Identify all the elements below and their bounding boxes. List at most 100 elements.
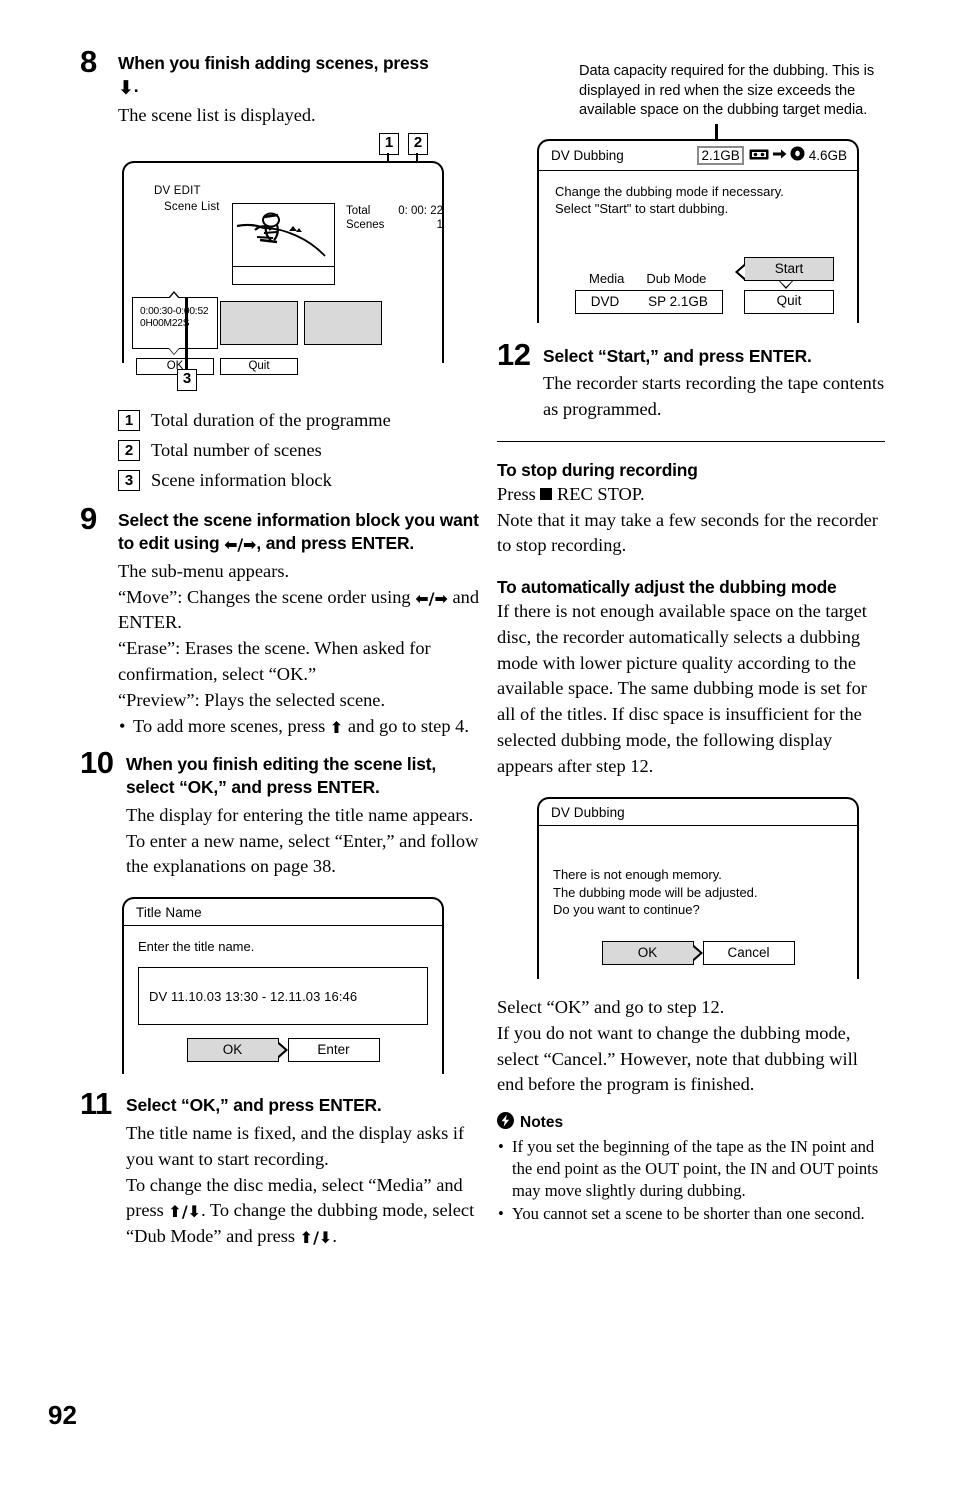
dv-dubbing-line-2: Select "Start" to start dubbing. bbox=[555, 200, 729, 216]
caret-down-inner bbox=[169, 348, 179, 355]
memory-dialog-line-1: There is not enough memory. bbox=[553, 867, 722, 883]
stop-section-heading: To stop during recording bbox=[497, 459, 698, 480]
step-10-body: When you finish editing the scene list, … bbox=[126, 753, 480, 880]
callout-item-1: 1 Total duration of the programme bbox=[118, 410, 480, 432]
step-9-bullet-b: and go to step 4. bbox=[343, 715, 469, 736]
step-10-number: 10 bbox=[80, 745, 114, 781]
scene-list-screen: DV EDIT Scene List Total 0: 00: 22 Scene… bbox=[122, 161, 444, 376]
callout-number-2: 2 bbox=[118, 440, 140, 462]
available-size-value: 4.6GB bbox=[808, 147, 847, 163]
up-down-arrow-icon: ⬆/⬇ bbox=[168, 1202, 202, 1222]
dv-dubbing-header: DV Dubbing 2.1GB 4.6GB bbox=[539, 141, 857, 171]
memory-dialog-title: DV Dubbing bbox=[539, 799, 857, 827]
stop-section-line-1: Press REC STOP. bbox=[497, 482, 885, 508]
media-value-box[interactable]: DVD SP 2.1GB bbox=[575, 289, 723, 314]
scene-list-ok-button[interactable]: OK bbox=[136, 358, 214, 376]
dub-mode-label: Dub Mode bbox=[646, 270, 707, 286]
scene-list-buttons: OK Quit bbox=[136, 358, 298, 376]
step-9-heading-b: , and press ENTER. bbox=[256, 533, 415, 554]
auto-adjust-heading: To automatically adjust the dubbing mode bbox=[497, 577, 837, 598]
step-8-heading-period: . bbox=[133, 75, 139, 96]
title-name-ok-button[interactable]: OK bbox=[186, 1038, 279, 1063]
left-right-arrow-icon: ⬅/➡ bbox=[224, 535, 257, 555]
step-11-text: The title name is fixed, and the display… bbox=[126, 1121, 480, 1250]
start-caret-down-inner bbox=[780, 280, 792, 287]
scene-block-info: 0:00:30-0:00:52 0H00M22S bbox=[140, 306, 209, 330]
step-8-heading-text: When you finish adding scenes, press bbox=[118, 53, 429, 73]
step-8-heading: When you finish adding scenes, press ⬇. bbox=[118, 52, 480, 98]
callout-label-2: Total number of scenes bbox=[151, 440, 322, 461]
disc-icon bbox=[790, 146, 805, 164]
memory-dialog-ok-button[interactable]: OK bbox=[601, 940, 694, 965]
callout-number-1: 1 bbox=[118, 410, 140, 432]
scene-block-empty-1[interactable] bbox=[220, 301, 298, 346]
step-9-text: The sub-menu appears. “Move”: Changes th… bbox=[118, 559, 480, 739]
memory-dialog-line-2: The dubbing mode will be adjusted. bbox=[553, 884, 758, 900]
start-button[interactable]: Start bbox=[744, 256, 834, 281]
auto-adjust-section: To automatically adjust the dubbing mode… bbox=[497, 577, 885, 779]
stop-during-recording-section: To stop during recording Press REC STOP.… bbox=[497, 460, 885, 559]
media-headers: Media Dub Mode bbox=[589, 271, 706, 286]
title-name-enter-button[interactable]: Enter bbox=[287, 1038, 380, 1063]
memory-dialog-line-3: Do you want to continue? bbox=[553, 902, 700, 918]
left-column: 8 When you finish adding scenes, press ⬇.… bbox=[80, 46, 480, 1254]
callout-list: 1 Total duration of the programme 2 Tota… bbox=[118, 410, 480, 492]
up-arrow-icon: ⬆ bbox=[329, 717, 344, 737]
step-9-line-2: “Move”: Changes the scene order using ⬅/… bbox=[118, 585, 480, 637]
stop-section-line-1a: Press bbox=[497, 483, 541, 504]
step-9: 9 Select the scene information block you… bbox=[80, 503, 480, 739]
title-name-input[interactable]: DV 11.10.03 13:30 - 12.11.03 16:46 bbox=[138, 967, 428, 1026]
stop-section-line-1b: REC STOP. bbox=[552, 483, 645, 504]
scene-block-empty-2[interactable] bbox=[304, 301, 382, 346]
step-10: 10 When you finish editing the scene lis… bbox=[80, 747, 480, 880]
step-9-line-2a: “Move”: Changes the scene order using bbox=[118, 586, 416, 607]
memory-dialog-cancel-button[interactable]: Cancel bbox=[702, 940, 795, 965]
after-dialog-text: Select “OK” and go to step 12. If you do… bbox=[497, 996, 858, 1095]
memory-dialog-buttons: OK Cancel bbox=[539, 919, 857, 979]
scenes-value: 1 bbox=[436, 219, 443, 232]
right-column: Data capacity required for the dubbing. … bbox=[497, 62, 885, 1226]
step-8: 8 When you finish adding scenes, press ⬇.… bbox=[80, 46, 480, 128]
media-label: Media bbox=[589, 270, 625, 286]
step-10-text: The display for entering the title name … bbox=[126, 804, 479, 877]
scenes-label: Scenes bbox=[346, 219, 385, 232]
page-number: 92 bbox=[48, 1400, 77, 1430]
capacity-note: Data capacity required for the dubbing. … bbox=[579, 63, 875, 118]
step-10-heading: When you finish editing the scene list, … bbox=[126, 754, 437, 798]
step-11-body: Select “OK,” and press ENTER. The title … bbox=[126, 1094, 480, 1250]
memory-dialog-body: There is not enough memory. The dubbing … bbox=[539, 826, 857, 919]
step-12-heading: Select “Start,” and press ENTER. bbox=[543, 345, 812, 366]
dv-dubbing-title: DV Dubbing bbox=[551, 147, 624, 163]
callout-label-1: Total duration of the programme bbox=[151, 410, 391, 431]
step-8-body: When you finish adding scenes, press ⬇. T… bbox=[118, 52, 480, 128]
step-9-line-3: “Erase”: Erases the scene. When asked fo… bbox=[118, 638, 431, 685]
step-12: 12 Select “Start,” and press ENTER. The … bbox=[497, 339, 885, 423]
title-name-dialog-title: Title Name bbox=[124, 899, 442, 927]
scene-block-time: 0:00:30-0:00:52 bbox=[140, 306, 209, 318]
step-9-line-4: “Preview”: Plays the selected scene. bbox=[118, 689, 386, 710]
scene-list-quit-button[interactable]: Quit bbox=[220, 358, 298, 376]
step-9-number: 9 bbox=[80, 501, 97, 537]
right-arrow-icon bbox=[772, 148, 787, 163]
manual-page: 8 When you finish adding scenes, press ⬇.… bbox=[0, 0, 954, 1486]
stop-section-line-2: Note that it may take a few seconds for … bbox=[497, 509, 878, 556]
step-9-heading: Select the scene information block you w… bbox=[118, 509, 480, 555]
scene-list-label: Scene List bbox=[164, 201, 220, 214]
dv-dubbing-line-1: Change the dubbing mode if necessary. bbox=[555, 183, 784, 199]
step-11-line-1: The title name is fixed, and the display… bbox=[126, 1123, 465, 1169]
step-8-number: 8 bbox=[80, 44, 97, 79]
step-12-text: The recorder starts recording the tape c… bbox=[543, 373, 885, 420]
callout-label-3: Scene information block bbox=[151, 470, 332, 491]
stop-square-icon bbox=[540, 487, 553, 500]
dv-dubbing-controls: Media Dub Mode DVD SP 2.1GB Start Quit bbox=[539, 237, 857, 323]
quit-button[interactable]: Quit bbox=[744, 289, 834, 314]
step-8-text: The scene list is displayed. bbox=[118, 104, 316, 125]
step-11-heading: Select “OK,” and press ENTER. bbox=[126, 1095, 382, 1116]
total-value: 0: 00: 22 bbox=[398, 205, 443, 218]
auto-adjust-body: If there is not enough available space o… bbox=[497, 601, 867, 776]
note-item-1: If you set the beginning of the tape as … bbox=[497, 1136, 885, 1202]
title-name-dialog: Title Name Enter the title name. DV 11.1… bbox=[122, 897, 444, 1075]
step-11-number: 11 bbox=[80, 1086, 112, 1122]
callout-item-2: 2 Total number of scenes bbox=[118, 440, 480, 462]
step-12-body: Select “Start,” and press ENTER. The rec… bbox=[543, 345, 885, 423]
